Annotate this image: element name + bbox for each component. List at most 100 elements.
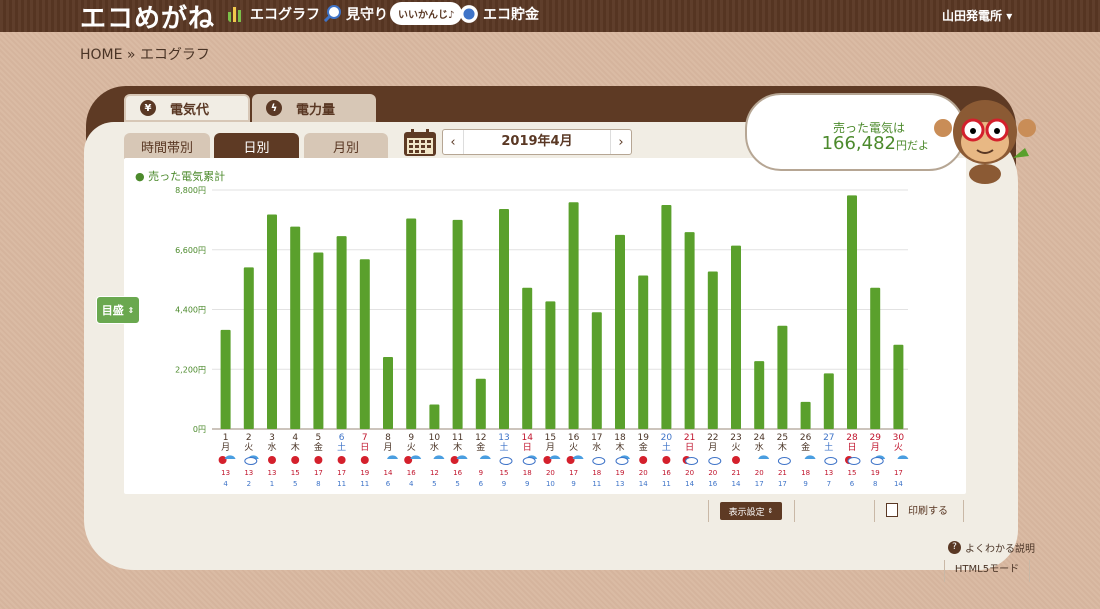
tab-electricity-amount[interactable]: ϟ 電力量 [252, 94, 376, 122]
bar [870, 287, 881, 429]
next-month-button[interactable]: › [611, 135, 631, 150]
high-temp-label: 15 [500, 469, 509, 477]
weekday-label: 火 [407, 442, 416, 453]
bar [522, 287, 533, 429]
day-label: 3 [269, 433, 275, 443]
low-temp-label: 2 [247, 480, 251, 488]
subtab-daily[interactable]: 日別 [214, 133, 299, 159]
high-temp-label: 18 [523, 469, 532, 477]
weekday-label: 水 [755, 441, 764, 453]
bar [429, 404, 440, 429]
sun-icon [543, 456, 552, 464]
cloud-icon [244, 457, 258, 465]
bar [290, 226, 301, 429]
cloud-icon [499, 457, 513, 465]
bar [475, 378, 486, 429]
nav-eco-savings[interactable]: エコ貯金 [459, 4, 539, 24]
weekday-label: 金 [476, 441, 485, 453]
high-temp-label: 21 [778, 469, 787, 477]
high-temp-label: 19 [871, 469, 880, 477]
bar [591, 312, 602, 429]
nav-eco-graph[interactable]: エコグラフ [226, 4, 320, 24]
umbrella-icon [410, 455, 422, 459]
weekday-label: 日 [360, 442, 369, 453]
prev-month-button[interactable]: ‹ [443, 135, 463, 150]
bar [336, 236, 347, 429]
help-link[interactable]: ? よくわかる説明 [948, 540, 1035, 555]
monkey-mascot-icon [934, 100, 1036, 184]
high-temp-label: 13 [824, 469, 833, 477]
low-temp-label: 14 [732, 480, 741, 488]
high-temp-label: 14 [384, 469, 393, 477]
bar [847, 195, 857, 429]
low-temp-label: 9 [525, 480, 529, 488]
user-menu[interactable]: 山田発電所 ▾ [942, 7, 1012, 24]
tab-electricity-cost[interactable]: ¥ 電気代 [124, 94, 250, 122]
magnifier-icon [322, 5, 341, 24]
calendar-icon[interactable] [403, 129, 437, 157]
nav-mimamori[interactable]: 見守り [322, 4, 388, 24]
bar [684, 232, 695, 429]
bar [893, 344, 904, 429]
low-temp-label: 17 [778, 480, 787, 488]
divider [794, 500, 795, 522]
bar [313, 252, 324, 429]
low-temp-label: 11 [592, 480, 601, 488]
high-temp-label: 20 [708, 469, 717, 477]
bar [615, 234, 625, 429]
yen-icon: ¥ [140, 100, 156, 116]
umbrella-icon [433, 455, 445, 459]
display-settings-button[interactable]: 表示設定 ⇕ [720, 502, 782, 520]
day-label: 15 [545, 433, 556, 443]
weekday-label: 日 [685, 442, 694, 453]
high-temp-label: 13 [268, 469, 277, 477]
cloud-icon [685, 457, 699, 465]
low-temp-label: 5 [455, 480, 459, 488]
low-temp-label: 14 [639, 480, 648, 488]
weekday-label: 火 [244, 442, 253, 453]
low-temp-label: 7 [827, 480, 831, 488]
day-label: 17 [591, 433, 602, 443]
chevron-down-icon: ▾ [1006, 9, 1013, 23]
umbrella-icon [758, 455, 770, 459]
cloud-icon [592, 457, 606, 465]
cloud-icon [824, 457, 838, 465]
bar [220, 329, 231, 429]
print-button[interactable]: 印刷する [886, 502, 948, 517]
subtab-hourly[interactable]: 時間帯別 [124, 133, 210, 159]
bar [568, 202, 579, 429]
y-tick-label: 2,200円 [175, 365, 206, 374]
low-temp-label: 14 [685, 480, 694, 488]
summary-amount-row: 166,482円だよ [822, 133, 929, 154]
html5-mode-link[interactable]: HTML5モード [944, 560, 1030, 582]
day-label: 5 [316, 433, 322, 443]
sun-icon [732, 456, 740, 464]
weekday-label: 水 [430, 441, 439, 453]
day-label: 14 [521, 433, 533, 443]
cloud-icon [847, 457, 861, 465]
subtab-monthly[interactable]: 月別 [304, 133, 388, 159]
day-label: 27 [823, 433, 834, 443]
top-bar: エコめがね エコグラフ 見守り いいかんじ♪ エコ貯金 山田発電所 ▾ [0, 0, 1100, 35]
scale-select[interactable]: 目盛 ⇕ [96, 296, 140, 324]
coin-icon [460, 5, 478, 23]
day-label: 7 [362, 433, 368, 443]
weekday-label: 木 [453, 441, 462, 453]
high-temp-label: 19 [616, 469, 625, 477]
weekday-label: 月 [708, 442, 717, 453]
day-label: 23 [730, 433, 741, 443]
day-label: 25 [777, 433, 788, 443]
low-temp-label: 13 [616, 480, 625, 488]
bar [267, 214, 277, 429]
umbrella-icon [224, 455, 236, 459]
nav-label: エコ貯金 [483, 7, 539, 23]
sun-icon [662, 456, 671, 464]
sun-icon [314, 456, 323, 464]
day-label: 16 [568, 433, 580, 443]
low-temp-label: 14 [894, 480, 903, 488]
bar [800, 401, 811, 429]
app-logo[interactable]: エコめがね [80, 0, 215, 35]
sun-icon [566, 456, 575, 464]
y-tick-label: 4,400円 [175, 306, 206, 315]
weekday-label: 火 [894, 442, 903, 453]
